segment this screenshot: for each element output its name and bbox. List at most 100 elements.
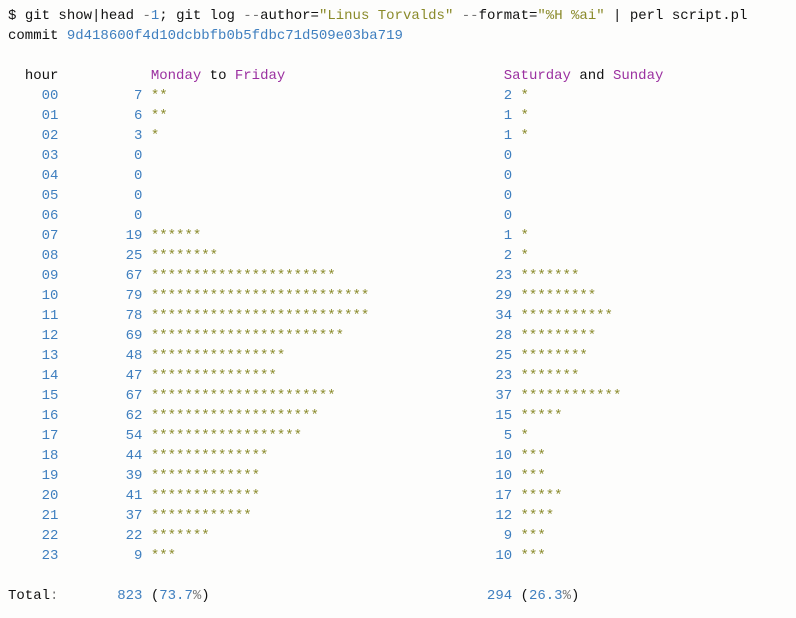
cell-gap1: [142, 248, 150, 264]
head-dash: -: [142, 8, 150, 24]
format-value: "%H %ai": [537, 8, 604, 24]
author-opt: author: [260, 8, 310, 24]
cell-hour: 15: [8, 388, 58, 404]
cell-weekend-count: 2: [487, 248, 512, 264]
cell-hour: 14: [8, 368, 58, 384]
cell-gap1: [142, 448, 150, 464]
cell-gap2: [260, 488, 487, 504]
hdr-sunday: Sunday: [613, 68, 663, 84]
hdr-monday: Monday: [151, 68, 201, 84]
cell-weekday-bar: *************: [151, 488, 260, 504]
table-row: 04 0 0: [8, 166, 788, 186]
cell-gap2: [285, 348, 487, 364]
cell-gap1: [142, 388, 150, 404]
cell-weekend-bar: *******: [521, 368, 580, 384]
cell-gap3: [512, 168, 520, 184]
cell-gap3: [512, 308, 520, 324]
cell-weekend-bar: ***: [521, 548, 546, 564]
format-opt: format: [479, 8, 529, 24]
cell-weekday-bar: **************************: [151, 288, 369, 304]
cell-weekend-bar: *: [521, 428, 529, 444]
cell-weekday-count: 6: [58, 108, 142, 124]
cell-weekend-bar: ************: [521, 388, 622, 404]
terminal-output: { "command": { "prompt": "$ ", "git_show…: [0, 0, 796, 618]
cmd-head: head: [100, 8, 142, 24]
cell-weekend-bar: *: [521, 128, 529, 144]
cmd-perl: perl script.pl: [630, 8, 748, 24]
cell-weekday-count: 39: [58, 468, 142, 484]
cell-gap2: [159, 128, 487, 144]
totals-weekday: 823: [58, 588, 142, 604]
table-row: 05 0 0: [8, 186, 788, 206]
cell-gap2: [336, 268, 487, 284]
cell-hour: 04: [8, 168, 58, 184]
cell-gap1: [142, 148, 150, 164]
cell-weekend-bar: *****: [521, 488, 563, 504]
blank-line-1: [8, 46, 788, 66]
cell-weekend-count: 2: [487, 88, 512, 104]
cell-hour: 00: [8, 88, 58, 104]
cell-weekend-count: 10: [487, 548, 512, 564]
cell-weekend-bar: *********: [521, 328, 597, 344]
cell-hour: 08: [8, 248, 58, 264]
table-row: 00 7 ** 2 *: [8, 86, 788, 106]
table-row: 02 3 * 1 *: [8, 126, 788, 146]
cell-weekend-bar: *********: [521, 288, 597, 304]
table-row: 11 78 ************************** 34 ****…: [8, 306, 788, 326]
cell-weekend-count: 34: [487, 308, 512, 324]
cell-weekday-bar: ***********************: [151, 328, 344, 344]
cell-weekend-bar: *******: [521, 268, 580, 284]
cell-gap3: [512, 528, 520, 544]
cell-weekday-count: 22: [58, 528, 142, 544]
cell-weekend-bar: *****: [521, 408, 563, 424]
cell-gap3: [512, 488, 520, 504]
cell-weekday-count: 44: [58, 448, 142, 464]
cell-weekday-bar: ******: [151, 228, 201, 244]
cell-weekend-count: 0: [487, 188, 512, 204]
cell-gap1: [142, 368, 150, 384]
cell-gap1: [142, 348, 150, 364]
totals-wd-pct-num: 73.7: [159, 588, 193, 604]
cell-weekday-bar: ********: [151, 248, 218, 264]
cell-weekday-count: 0: [58, 208, 142, 224]
cell-gap1: [142, 528, 150, 544]
cell-hour: 12: [8, 328, 58, 344]
table-row: 01 6 ** 1 *: [8, 106, 788, 126]
table-row: 19 39 ************* 10 ***: [8, 466, 788, 486]
cell-weekend-count: 9: [487, 528, 512, 544]
cell-hour: 06: [8, 208, 58, 224]
cell-weekend-bar: *: [521, 88, 529, 104]
cell-hour: 18: [8, 448, 58, 464]
cell-weekend-bar: *: [521, 248, 529, 264]
table-row: 14 47 *************** 23 *******: [8, 366, 788, 386]
hdr-pad-left: [8, 68, 25, 84]
cell-gap2: [151, 208, 487, 224]
author-value: "Linus Torvalds": [319, 8, 453, 24]
cell-weekday-bar: ******************: [151, 428, 302, 444]
semi: ;: [159, 8, 176, 24]
cell-gap1: [142, 168, 150, 184]
cell-gap2: [168, 108, 487, 124]
cell-gap2: [336, 388, 487, 404]
totals-we-pct-sign: %: [563, 588, 571, 604]
cell-gap3: [512, 268, 520, 284]
cell-weekend-bar: ***: [521, 468, 546, 484]
totals-wd-paren-close: ): [201, 588, 209, 604]
cell-weekday-bar: **********************: [151, 388, 336, 404]
format-dashes: --: [462, 8, 479, 24]
cell-weekday-bar: ************: [151, 508, 252, 524]
hdr-friday: Friday: [235, 68, 285, 84]
cmd-git-log: git log: [176, 8, 243, 24]
cell-weekday-count: 0: [58, 168, 142, 184]
cell-gap1: [142, 428, 150, 444]
table-row: 13 48 **************** 25 ********: [8, 346, 788, 366]
cell-hour: 11: [8, 308, 58, 324]
cell-gap2: [268, 448, 486, 464]
cell-weekend-bar: ***********: [521, 308, 613, 324]
cell-weekend-count: 0: [487, 208, 512, 224]
cell-weekday-count: 19: [58, 228, 142, 244]
table-row: 08 25 ******** 2 *: [8, 246, 788, 266]
cell-gap3: [512, 508, 520, 524]
cell-hour: 10: [8, 288, 58, 304]
cell-weekend-count: 10: [487, 468, 512, 484]
